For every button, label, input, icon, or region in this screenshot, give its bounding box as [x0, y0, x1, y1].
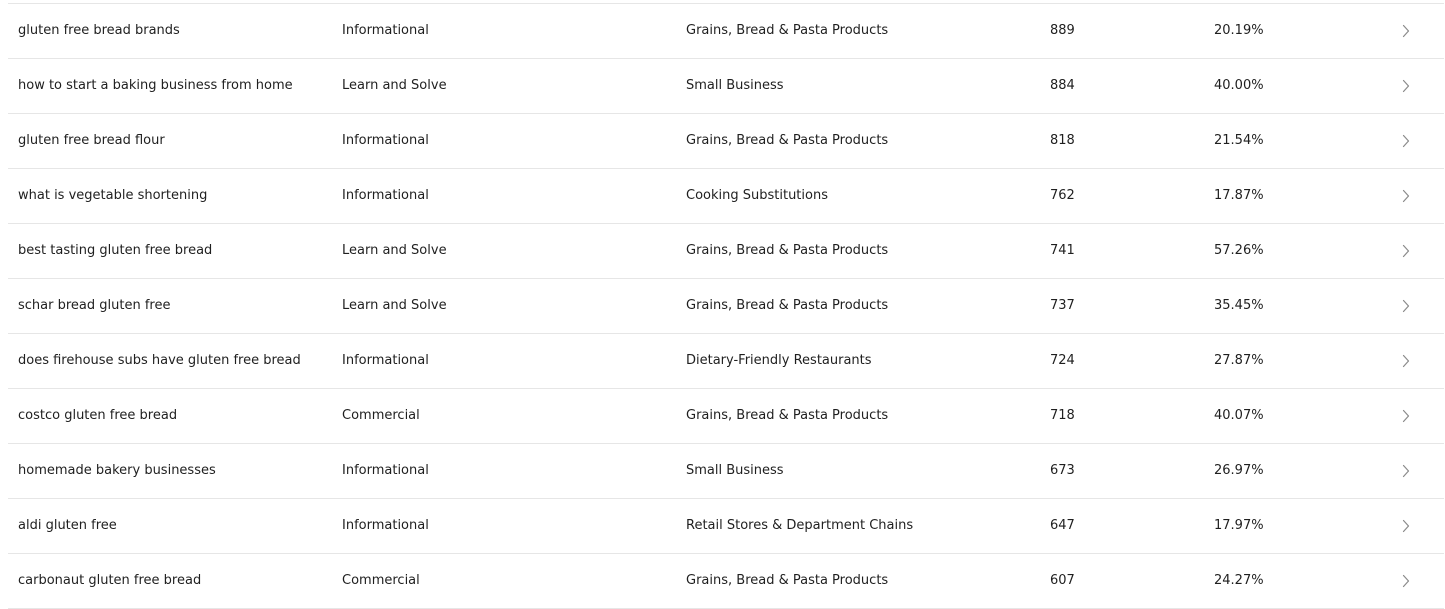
table-row[interactable]: gluten free bread flour Informational Gr… — [8, 114, 1444, 169]
rate-cell: 20.19% — [1214, 23, 1264, 38]
rate-cell: 17.97% — [1214, 518, 1264, 533]
intent-cell: Informational — [342, 23, 429, 38]
intent-cell: Learn and Solve — [342, 243, 447, 258]
volume-cell: 889 — [1050, 23, 1075, 38]
category-cell: Retail Stores & Department Chains — [686, 518, 914, 533]
keyword-cell: carbonaut gluten free bread — [18, 573, 202, 588]
keyword-cell: how to start a baking business from home — [18, 78, 293, 93]
table-row[interactable]: costco gluten free bread Commercial Grai… — [8, 389, 1444, 444]
category-cell: Small Business — [686, 463, 784, 478]
rate-cell: 40.07% — [1214, 408, 1264, 423]
volume-cell: 607 — [1050, 573, 1075, 588]
rate-cell: 35.45% — [1214, 298, 1264, 313]
chevron-right-icon[interactable] — [1396, 4, 1416, 58]
rate-cell: 57.26% — [1214, 243, 1264, 258]
category-cell: Grains, Bread & Pasta Products — [686, 298, 889, 313]
table-row[interactable]: schar bread gluten free Learn and Solve … — [8, 279, 1444, 334]
volume-cell: 647 — [1050, 518, 1075, 533]
category-cell: Grains, Bread & Pasta Products — [686, 243, 889, 258]
rate-cell: 27.87% — [1214, 353, 1264, 368]
volume-cell: 724 — [1050, 353, 1075, 368]
keyword-cell: best tasting gluten free bread — [18, 243, 213, 258]
table-row[interactable]: homemade bakery businesses Informational… — [8, 444, 1444, 499]
table-row[interactable]: gluten free bread brands Informational G… — [8, 4, 1444, 59]
intent-cell: Learn and Solve — [342, 298, 447, 313]
category-cell: Cooking Substitutions — [686, 188, 828, 203]
intent-cell: Commercial — [342, 408, 420, 423]
keyword-cell: gluten free bread flour — [18, 133, 165, 148]
intent-cell: Informational — [342, 518, 429, 533]
volume-cell: 718 — [1050, 408, 1075, 423]
chevron-right-icon[interactable] — [1396, 114, 1416, 168]
chevron-right-icon[interactable] — [1396, 499, 1416, 553]
keyword-cell: homemade bakery businesses — [18, 463, 216, 478]
table-row[interactable]: does firehouse subs have gluten free bre… — [8, 334, 1444, 389]
rate-cell: 21.54% — [1214, 133, 1264, 148]
intent-cell: Informational — [342, 353, 429, 368]
intent-cell: Informational — [342, 463, 429, 478]
category-cell: Dietary-Friendly Restaurants — [686, 353, 872, 368]
chevron-right-icon[interactable] — [1396, 444, 1416, 498]
rate-cell: 40.00% — [1214, 78, 1264, 93]
chevron-right-icon[interactable] — [1396, 279, 1416, 333]
keyword-cell: gluten free bread brands — [18, 23, 180, 38]
keyword-cell: costco gluten free bread — [18, 408, 178, 423]
table-row[interactable]: what is vegetable shortening Information… — [8, 169, 1444, 224]
table-row[interactable]: best tasting gluten free bread Learn and… — [8, 224, 1444, 279]
keyword-cell: what is vegetable shortening — [18, 188, 208, 203]
volume-cell: 884 — [1050, 78, 1075, 93]
category-cell: Grains, Bread & Pasta Products — [686, 133, 889, 148]
volume-cell: 741 — [1050, 243, 1075, 258]
table-row[interactable]: carbonaut gluten free bread Commercial G… — [8, 554, 1444, 609]
table-row[interactable]: aldi gluten free Informational Retail St… — [8, 499, 1444, 554]
chevron-right-icon[interactable] — [1396, 334, 1416, 388]
table-row[interactable]: how to start a baking business from home… — [8, 59, 1444, 114]
chevron-right-icon[interactable] — [1396, 59, 1416, 113]
volume-cell: 762 — [1050, 188, 1075, 203]
chevron-right-icon[interactable] — [1396, 224, 1416, 278]
table-body: gluten free bread brands Informational G… — [8, 4, 1444, 609]
chevron-right-icon[interactable] — [1396, 389, 1416, 443]
rate-cell: 17.87% — [1214, 188, 1264, 203]
rate-cell: 24.27% — [1214, 573, 1264, 588]
intent-cell: Learn and Solve — [342, 78, 447, 93]
keyword-table: gluten free bread brands Informational G… — [8, 3, 1444, 609]
keyword-cell: schar bread gluten free — [18, 298, 171, 313]
volume-cell: 818 — [1050, 133, 1075, 148]
intent-cell: Informational — [342, 188, 429, 203]
intent-cell: Informational — [342, 133, 429, 148]
category-cell: Grains, Bread & Pasta Products — [686, 573, 889, 588]
category-cell: Small Business — [686, 78, 784, 93]
keyword-cell: aldi gluten free — [18, 518, 117, 533]
category-cell: Grains, Bread & Pasta Products — [686, 23, 889, 38]
chevron-right-icon[interactable] — [1396, 554, 1416, 608]
volume-cell: 673 — [1050, 463, 1075, 478]
category-cell: Grains, Bread & Pasta Products — [686, 408, 889, 423]
rate-cell: 26.97% — [1214, 463, 1264, 478]
intent-cell: Commercial — [342, 573, 420, 588]
keyword-cell: does firehouse subs have gluten free bre… — [18, 353, 301, 368]
volume-cell: 737 — [1050, 298, 1075, 313]
chevron-right-icon[interactable] — [1396, 169, 1416, 223]
